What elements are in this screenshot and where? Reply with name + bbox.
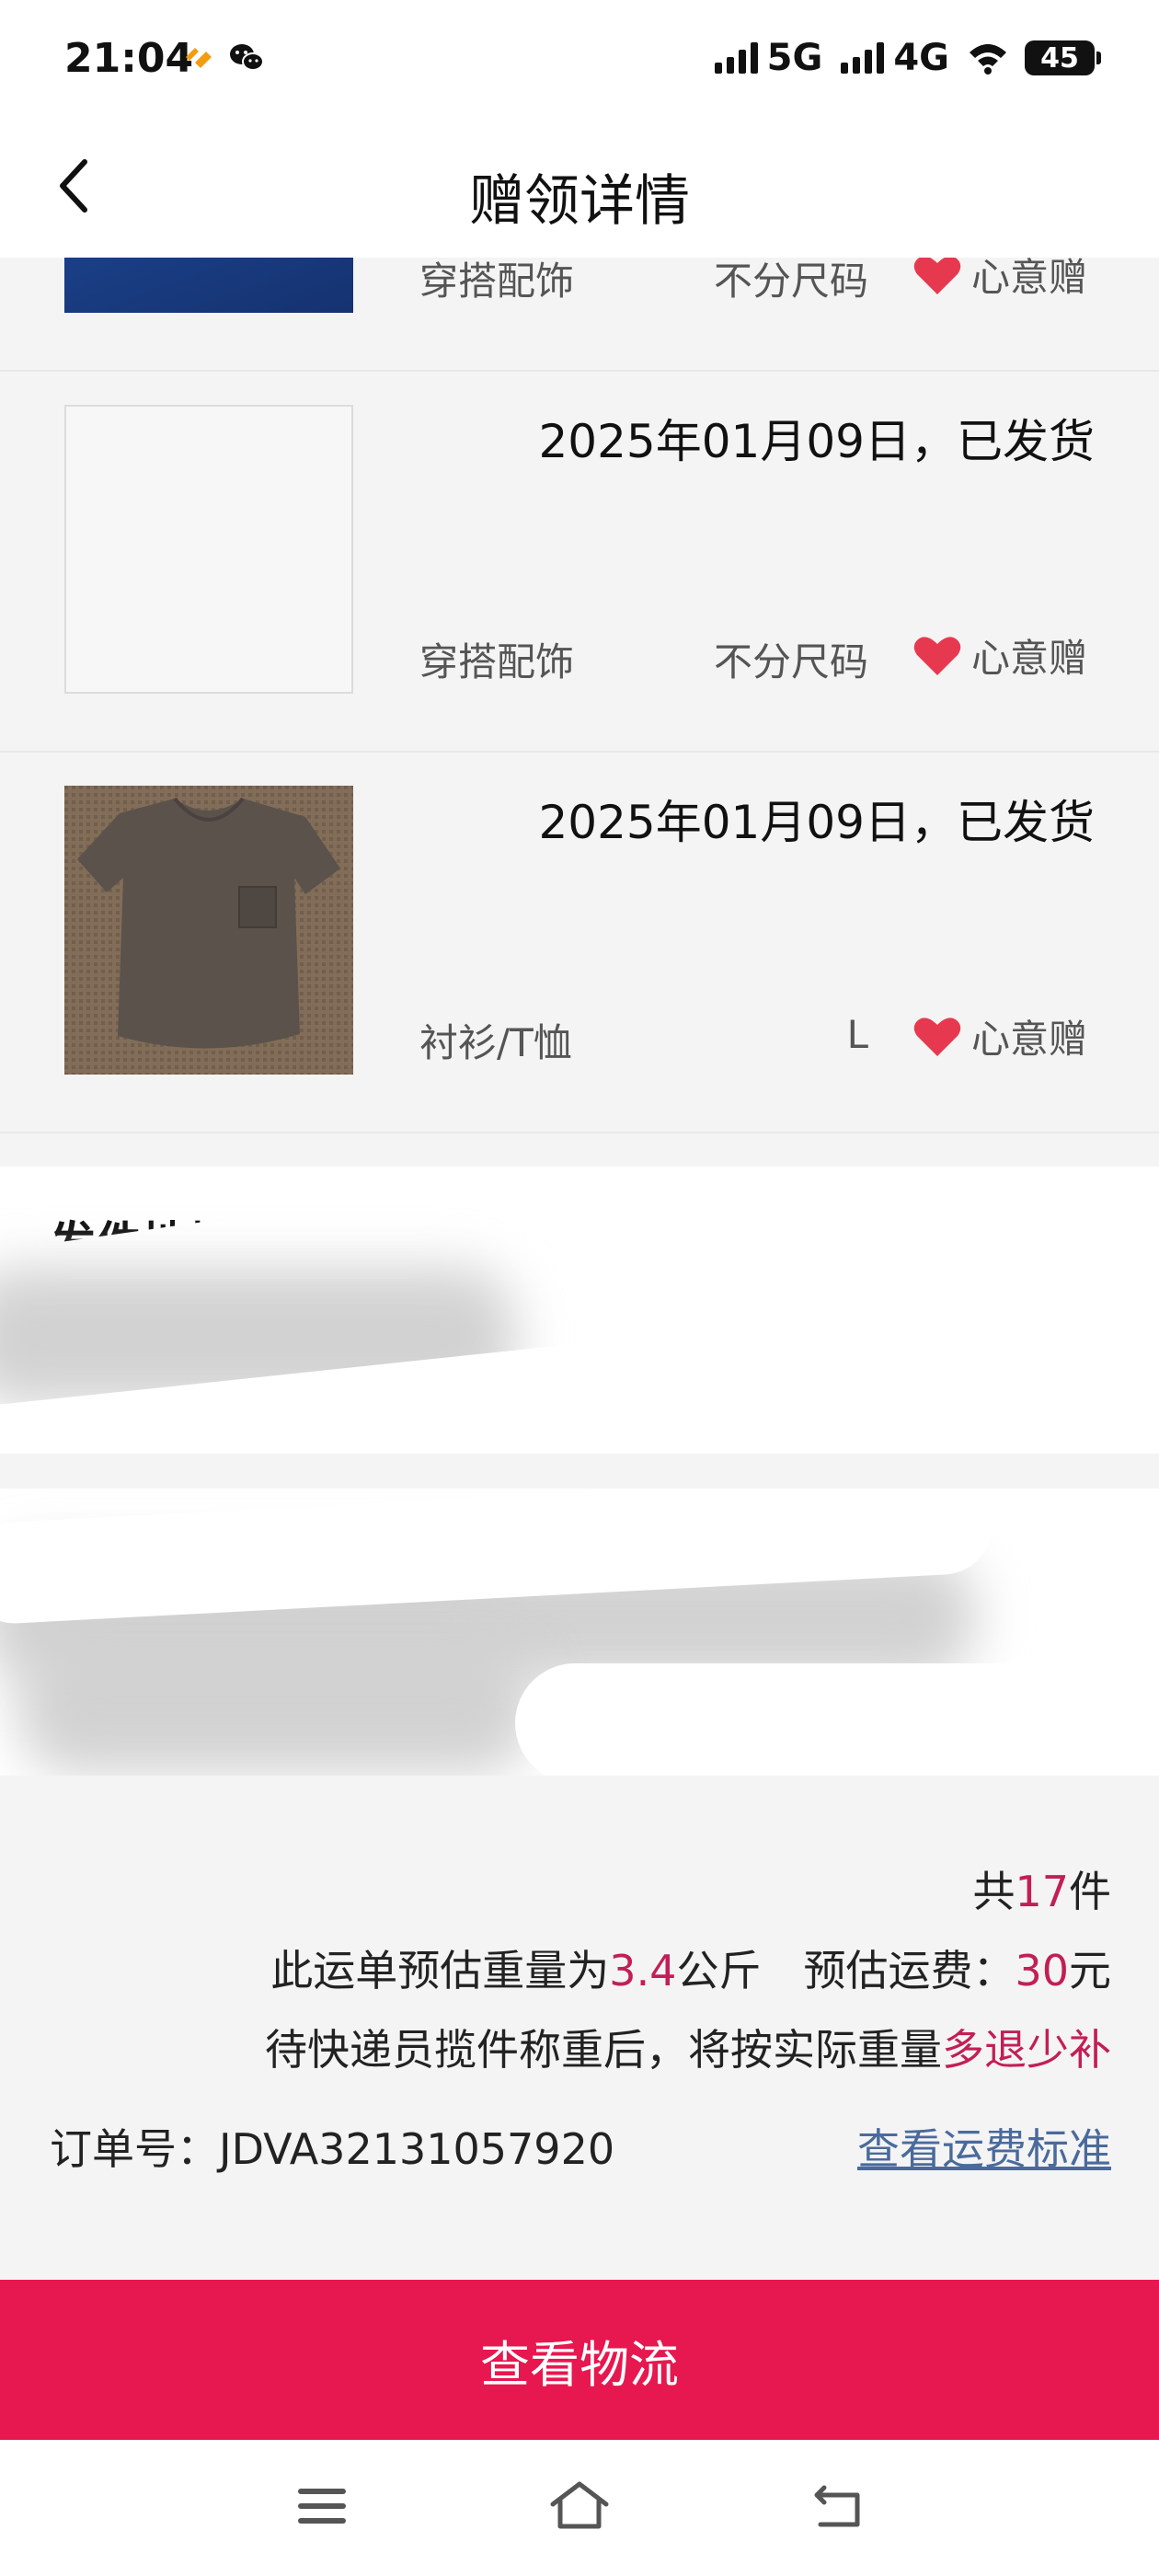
item-count: 共17件 (972, 1867, 1111, 1916)
item-size: L (846, 1012, 868, 1057)
order-number-value: JDVA32131057920 (219, 2124, 615, 2174)
status-indicators: 5G 4G 45 (714, 37, 1101, 79)
weight-and-fee: 此运单预估重量为3.4公斤 预估运费：30元 (270, 1946, 1111, 1995)
item-tag-label: 心意赠 (971, 1017, 1088, 1062)
redaction-stroke (515, 1663, 1159, 1776)
signal-4g-icon (841, 42, 885, 74)
sender-address-card: 发件地址 (0, 1167, 1159, 1454)
fee-value: 30 (1015, 1946, 1069, 1995)
status-time: 21:04 (64, 35, 194, 82)
item-category: 穿搭配饰 (419, 259, 575, 304)
home-icon (550, 2481, 609, 2529)
item-photo (64, 258, 353, 313)
page-header: 赠领详情 (0, 120, 1159, 258)
wifi-icon (970, 44, 1006, 75)
heart-icon (913, 258, 961, 294)
list-item[interactable]: 穿搭配饰 不分尺码 心意赠 (0, 258, 1159, 372)
list-item[interactable]: 2025年01月09日，已发货 衬衫/T恤 L 心意赠 (0, 753, 1159, 1133)
menu-icon (298, 2489, 346, 2524)
heart-icon (913, 1017, 961, 1056)
receiver-address-card: 收件 (0, 1489, 1159, 1776)
item-date: 2025年01月09日，已发货 (538, 415, 1096, 468)
item-tag: 心意赠 (912, 258, 1087, 303)
item-date: 2025年01月09日，已发货 (538, 796, 1096, 849)
item-size: 不分尺码 (713, 259, 868, 304)
item-tag: 心意赠 (912, 627, 1087, 684)
order-number: 订单号：JDVA32131057920 (50, 2124, 615, 2174)
system-nav-bar (0, 2440, 1159, 2576)
app-notification-icon (186, 48, 212, 68)
status-bar: 21:04 5G 4G 45 (0, 0, 1159, 120)
page-title: 赠领详情 (469, 169, 690, 234)
heart-icon (913, 636, 961, 675)
item-tag-label: 心意赠 (971, 636, 1088, 681)
item-tag: 心意赠 (912, 1008, 1087, 1064)
view-logistics-button[interactable]: 查看物流 (0, 2280, 1159, 2440)
wechat-icon (230, 44, 264, 71)
item-count-value: 17 (1015, 1867, 1069, 1916)
tshirt-photo (64, 786, 353, 1075)
item-category: 穿搭配饰 (419, 639, 575, 684)
shipping-summary: 共17件 此运单预估重量为3.4公斤 预估运费：30元 待快递员揽件称重后，将按实… (0, 1776, 1159, 2280)
battery-icon: 45 (1025, 40, 1101, 75)
item-photo (64, 786, 353, 1075)
fee-standard-link[interactable]: 查看运费标准 (857, 2116, 1111, 2177)
item-tag-label: 心意赠 (971, 258, 1088, 300)
item-photo (64, 405, 353, 694)
list-item[interactable]: 2025年01月09日，已发货 穿搭配饰 不分尺码 心意赠 (0, 372, 1159, 753)
network-5g-label: 5G (766, 37, 823, 79)
back-nav-icon (814, 2485, 860, 2527)
redaction-blur (18, 1645, 534, 1774)
weight-notice: 待快递员揽件称重后，将按实际重量多退少补 (265, 2025, 1111, 2075)
status-app-icons (182, 42, 265, 74)
item-category: 衬衫/T恤 (419, 1020, 572, 1065)
network-4g-label: 4G (893, 37, 949, 79)
home-nav-button[interactable] (543, 2477, 616, 2536)
gift-item-list[interactable]: 穿搭配饰 不分尺码 心意赠 2025年01月09日，已发货 穿搭配饰 不分尺码 … (0, 258, 1159, 1167)
signal-5g-icon (714, 42, 758, 74)
back-nav-button[interactable] (802, 2477, 876, 2536)
battery-level: 45 (1040, 41, 1079, 75)
item-size: 不分尺码 (713, 639, 868, 684)
weight-value: 3.4 (609, 1946, 677, 1995)
menu-nav-button[interactable] (285, 2477, 359, 2536)
